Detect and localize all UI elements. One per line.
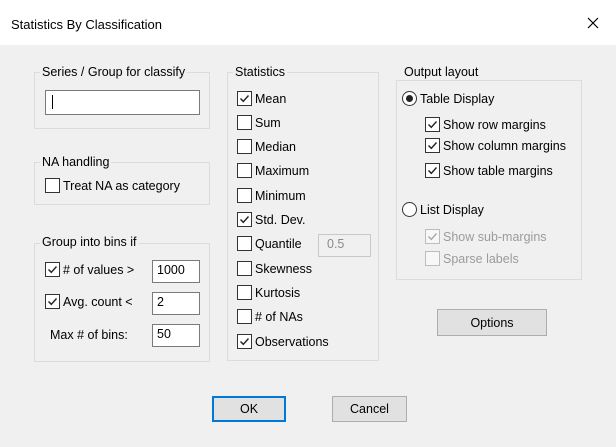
num-values-label: # of values > — [63, 262, 135, 277]
stat-minimum-label: Minimum — [255, 188, 306, 203]
check-icon — [240, 338, 250, 346]
max-bins-value: 50 — [157, 327, 171, 341]
stat-stddev-checkbox[interactable]: Std. Dev. — [237, 212, 305, 227]
show-column-margins-label: Show column margins — [443, 138, 566, 153]
list-display-radio[interactable]: List Display — [402, 202, 484, 217]
list-display-radio-circle — [402, 202, 417, 217]
show-sub-margins-box — [425, 229, 440, 244]
close-icon — [587, 17, 599, 28]
stat-sum-checkbox[interactable]: Sum — [237, 115, 281, 130]
quantile-input[interactable]: 0.5 — [318, 234, 371, 257]
avg-count-input[interactable]: 2 — [152, 292, 200, 315]
stat-maximum-box — [237, 163, 252, 178]
avg-count-label: Avg. count < — [63, 294, 133, 309]
stat-skewness-label: Skewness — [255, 261, 312, 276]
stat-maximum-label: Maximum — [255, 163, 310, 178]
options-button[interactable]: Options — [437, 309, 547, 336]
stat-kurtosis-label: Kurtosis — [255, 285, 301, 300]
show-sub-margins-label: Show sub-margins — [443, 229, 547, 244]
output-layout-box — [396, 80, 582, 280]
stat-kurtosis-checkbox[interactable]: Kurtosis — [237, 285, 300, 300]
show-column-margins-box — [425, 138, 440, 153]
stat-nas-box — [237, 309, 252, 324]
num-values-box — [45, 262, 60, 277]
stat-median-label: Median — [255, 139, 296, 154]
show-row-margins-label: Show row margins — [443, 117, 546, 132]
check-icon — [48, 266, 58, 274]
treat-na-box — [45, 178, 60, 193]
stat-mean-label: Mean — [255, 91, 287, 106]
stat-sum-box — [237, 115, 252, 130]
treat-na-checkbox[interactable]: Treat NA as category — [45, 178, 180, 193]
sparse-labels-checkbox[interactable]: Sparse labels — [425, 251, 519, 266]
show-table-margins-checkbox[interactable]: Show table margins — [425, 163, 553, 178]
cancel-button[interactable]: Cancel — [332, 396, 407, 422]
treat-na-label: Treat NA as category — [63, 178, 180, 193]
num-values-input[interactable]: 1000 — [152, 260, 200, 283]
show-table-margins-box — [425, 163, 440, 178]
show-row-margins-box — [425, 117, 440, 132]
list-display-label: List Display — [420, 202, 484, 217]
avg-count-checkbox[interactable]: Avg. count < — [45, 294, 133, 309]
max-bins-input[interactable]: 50 — [152, 324, 200, 347]
table-display-radio-circle — [402, 91, 417, 106]
stat-observations-label: Observations — [255, 334, 329, 349]
show-column-margins-checkbox[interactable]: Show column margins — [425, 138, 566, 153]
ok-button[interactable]: OK — [212, 396, 286, 422]
close-button[interactable] — [570, 0, 616, 45]
stat-observations-checkbox[interactable]: Observations — [237, 334, 329, 349]
stat-mean-checkbox[interactable]: Mean — [237, 91, 286, 106]
stat-quantile-box — [237, 236, 252, 251]
output-layout-label: Output layout — [402, 65, 481, 79]
show-sub-margins-checkbox[interactable]: Show sub-margins — [425, 229, 547, 244]
num-values-value: 1000 — [157, 263, 185, 277]
stat-minimum-checkbox[interactable]: Minimum — [237, 188, 306, 203]
avg-count-box — [45, 294, 60, 309]
table-display-label: Table Display — [420, 91, 495, 106]
num-values-checkbox[interactable]: # of values > — [45, 262, 134, 277]
dialog-window: Statistics By Classification Series / Gr… — [0, 0, 616, 447]
title-bar: Statistics By Classification — [0, 0, 616, 45]
max-bins-label: Max # of bins: — [50, 328, 128, 342]
check-icon — [240, 95, 250, 103]
series-group-input[interactable] — [45, 90, 200, 115]
statistics-label: Statistics — [233, 65, 288, 79]
stat-maximum-checkbox[interactable]: Maximum — [237, 163, 309, 178]
stat-sum-label: Sum — [255, 115, 281, 130]
quantile-value: 0.5 — [327, 237, 345, 251]
stat-minimum-box — [237, 188, 252, 203]
check-icon — [428, 142, 438, 150]
series-group-label: Series / Group for classify — [40, 65, 188, 79]
table-display-radio[interactable]: Table Display — [402, 91, 494, 106]
check-icon — [428, 167, 438, 175]
stat-stddev-label: Std. Dev. — [255, 212, 306, 227]
check-icon — [428, 233, 438, 241]
avg-count-value: 2 — [157, 295, 164, 309]
na-handling-label: NA handling — [40, 155, 112, 169]
show-row-margins-checkbox[interactable]: Show row margins — [425, 117, 546, 132]
sparse-labels-box — [425, 251, 440, 266]
check-icon — [240, 216, 250, 224]
stat-skewness-box — [237, 261, 252, 276]
window-title: Statistics By Classification — [11, 17, 162, 32]
text-caret — [52, 95, 53, 109]
show-table-margins-label: Show table margins — [443, 163, 553, 178]
stat-mean-box — [237, 91, 252, 106]
check-icon — [48, 298, 58, 306]
bins-label: Group into bins if — [40, 235, 139, 249]
stat-kurtosis-box — [237, 285, 252, 300]
check-icon — [428, 121, 438, 129]
stat-skewness-checkbox[interactable]: Skewness — [237, 261, 312, 276]
stat-quantile-label: Quantile — [255, 236, 302, 251]
stat-observations-box — [237, 334, 252, 349]
stat-quantile-checkbox[interactable]: Quantile — [237, 236, 302, 251]
sparse-labels-label: Sparse labels — [443, 251, 519, 266]
stat-median-box — [237, 139, 252, 154]
stat-nas-checkbox[interactable]: # of NAs — [237, 309, 303, 324]
stat-stddev-box — [237, 212, 252, 227]
stat-median-checkbox[interactable]: Median — [237, 139, 296, 154]
stat-nas-label: # of NAs — [255, 309, 303, 324]
